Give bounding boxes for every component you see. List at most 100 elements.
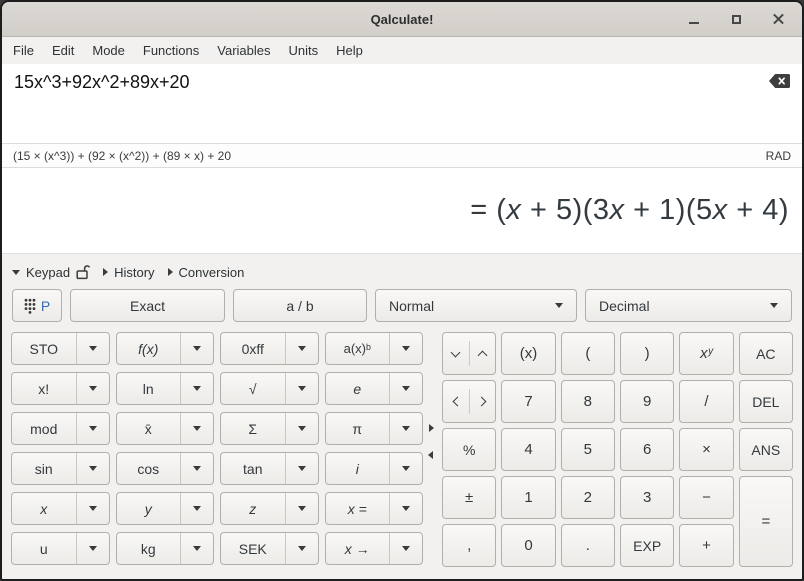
key-x-dropdown[interactable] [76, 493, 109, 524]
maximize-button[interactable] [728, 11, 744, 27]
key-y-main[interactable]: y [117, 493, 181, 524]
key-u-dropdown[interactable] [76, 533, 109, 564]
key-divide[interactable]: / [679, 380, 733, 423]
cursor-left-button[interactable] [443, 381, 469, 422]
menu-mode[interactable]: Mode [83, 37, 134, 64]
key-kg-main[interactable]: kg [117, 533, 181, 564]
menu-file[interactable]: File [4, 37, 43, 64]
key-power[interactable]: xʸ [679, 332, 733, 375]
key-a-x-power-b-dropdown[interactable] [389, 333, 422, 364]
key-sum-dropdown[interactable] [285, 413, 318, 444]
key-i-main[interactable]: i [326, 453, 390, 484]
key-sqrt-dropdown[interactable] [285, 373, 318, 404]
key-6[interactable]: 6 [620, 428, 674, 471]
key-sqrt-main[interactable]: √ [221, 373, 285, 404]
backspace-icon[interactable] [769, 74, 790, 88]
keypad-page-prev-icon[interactable] [428, 451, 433, 459]
key-equals[interactable]: = [739, 476, 793, 567]
scroll-up-button[interactable] [470, 333, 496, 374]
menu-help[interactable]: Help [327, 37, 372, 64]
key-sek-main[interactable]: SEK [221, 533, 285, 564]
key-mean-main[interactable]: x̄ [117, 413, 181, 444]
number-base-select[interactable]: Decimal [585, 289, 792, 322]
key-u-main[interactable]: u [12, 533, 76, 564]
lock-open-icon[interactable] [76, 264, 90, 280]
key-8[interactable]: 8 [561, 380, 615, 423]
key-x-convert-dropdown[interactable] [389, 533, 422, 564]
minimize-button[interactable] [686, 11, 702, 27]
key-tan-main[interactable]: tan [221, 453, 285, 484]
key-z-dropdown[interactable] [285, 493, 318, 524]
key-3[interactable]: 3 [620, 476, 674, 519]
programming-mode-button[interactable]: P [12, 289, 62, 322]
key-multiply[interactable]: × [679, 428, 733, 471]
key-0xff-main[interactable]: 0xff [221, 333, 285, 364]
key-a-x-power-b-main[interactable]: a(x)ᵇ [326, 333, 390, 364]
key-9[interactable]: 9 [620, 380, 674, 423]
key-i-dropdown[interactable] [389, 453, 422, 484]
menu-functions[interactable]: Functions [134, 37, 208, 64]
key-del[interactable]: DEL [739, 380, 793, 423]
display-mode-select[interactable]: Normal [375, 289, 577, 322]
key-0[interactable]: 0 [501, 524, 555, 567]
exact-mode-button[interactable]: Exact [70, 289, 225, 322]
close-button[interactable] [770, 11, 786, 27]
fraction-mode-button[interactable]: a / b [233, 289, 367, 322]
key-y-dropdown[interactable] [180, 493, 213, 524]
key-5[interactable]: 5 [561, 428, 615, 471]
scroll-down-button[interactable] [443, 333, 469, 374]
history-toggle[interactable]: History [103, 265, 154, 280]
key-comma[interactable]: , [442, 524, 496, 567]
key-2[interactable]: 2 [561, 476, 615, 519]
key-ac[interactable]: AC [739, 332, 793, 375]
key-pi-dropdown[interactable] [389, 413, 422, 444]
key-7[interactable]: 7 [501, 380, 555, 423]
conversion-toggle[interactable]: Conversion [168, 265, 245, 280]
result-display[interactable]: = (x + 5)(3x + 1)(5x + 4) [2, 168, 802, 253]
key-factorial-dropdown[interactable] [76, 373, 109, 404]
key-tan-dropdown[interactable] [285, 453, 318, 484]
angle-mode-indicator[interactable]: RAD [766, 149, 791, 163]
key-x-equals-dropdown[interactable] [389, 493, 422, 524]
key-4[interactable]: 4 [501, 428, 555, 471]
key-dot[interactable]: . [561, 524, 615, 567]
key-x-main[interactable]: x [12, 493, 76, 524]
key-minus[interactable]: − [679, 476, 733, 519]
key-1[interactable]: 1 [501, 476, 555, 519]
key-sin-main[interactable]: sin [12, 453, 76, 484]
key-kg-dropdown[interactable] [180, 533, 213, 564]
key-mod-dropdown[interactable] [76, 413, 109, 444]
key-mean-dropdown[interactable] [180, 413, 213, 444]
menu-units[interactable]: Units [280, 37, 328, 64]
key-paren-x[interactable]: (x) [501, 332, 555, 375]
key-sum-main[interactable]: Σ [221, 413, 285, 444]
cursor-right-button[interactable] [470, 381, 496, 422]
key-exp[interactable]: EXP [620, 524, 674, 567]
key-x-convert-main[interactable]: x → [326, 533, 390, 564]
key-pi-main[interactable]: π [326, 413, 390, 444]
key-fx-main[interactable]: f(x) [117, 333, 181, 364]
key-mod-main[interactable]: mod [12, 413, 76, 444]
key-close-paren[interactable]: ) [620, 332, 674, 375]
key-sin-dropdown[interactable] [76, 453, 109, 484]
key-plus-minus[interactable]: ± [442, 476, 496, 519]
key-percent[interactable]: % [442, 428, 496, 471]
key-e-main[interactable]: e [326, 373, 390, 404]
key-open-paren[interactable]: ( [561, 332, 615, 375]
key-0xff-dropdown[interactable] [285, 333, 318, 364]
key-x-equals-main[interactable]: x = [326, 493, 390, 524]
key-cos-main[interactable]: cos [117, 453, 181, 484]
key-factorial-main[interactable]: x! [12, 373, 76, 404]
key-z-main[interactable]: z [221, 493, 285, 524]
key-ln-main[interactable]: ln [117, 373, 181, 404]
menu-variables[interactable]: Variables [208, 37, 279, 64]
key-sto-main[interactable]: STO [12, 333, 76, 364]
key-sto-dropdown[interactable] [76, 333, 109, 364]
key-cos-dropdown[interactable] [180, 453, 213, 484]
key-fx-dropdown[interactable] [180, 333, 213, 364]
key-e-dropdown[interactable] [389, 373, 422, 404]
keypad-page-next-icon[interactable] [429, 424, 434, 432]
keypad-toggle[interactable]: Keypad [12, 264, 90, 280]
expression-input[interactable]: 15x^3+92x^2+89x+20 [2, 64, 802, 143]
key-ans[interactable]: ANS [739, 428, 793, 471]
